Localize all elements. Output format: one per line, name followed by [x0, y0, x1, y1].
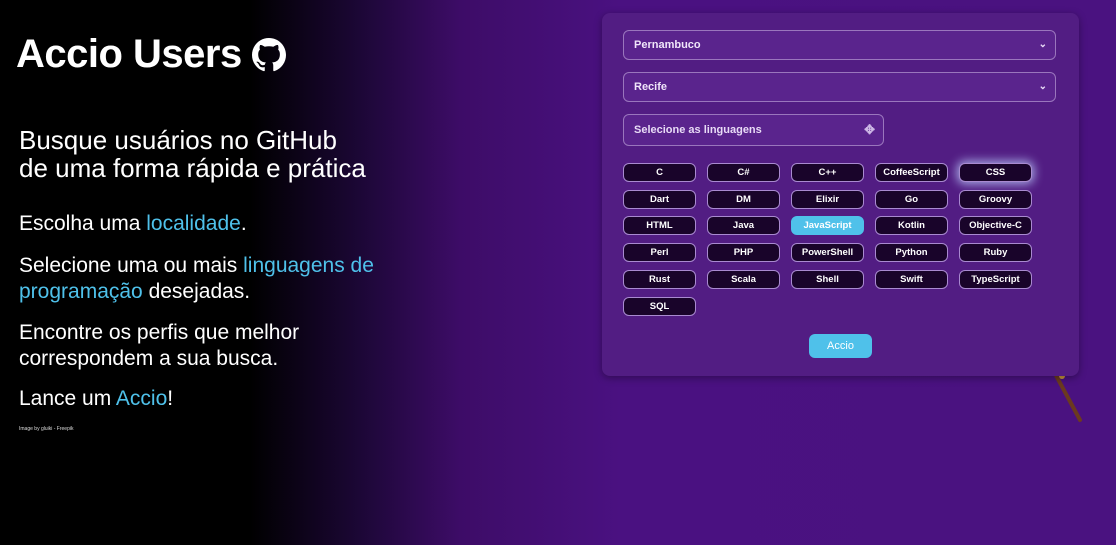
expand-arrows-icon: ✥ [864, 122, 875, 137]
city-select[interactable]: Recife ⌄ [623, 72, 1056, 102]
accio-link: Accio [115, 387, 168, 410]
languages-placeholder: Selecione as linguagens [634, 124, 762, 136]
language-chip-dm[interactable]: DM [707, 189, 780, 209]
languages-multiselect[interactable]: Selecione as linguagens ✥ [623, 114, 884, 146]
chevron-down-icon: ⌄ [1038, 81, 1047, 92]
language-chip-sql[interactable]: SQL [623, 296, 696, 316]
language-chip-swift[interactable]: Swift [875, 269, 948, 289]
language-chip-c[interactable]: C++ [791, 163, 864, 182]
city-select-value: Recife [634, 81, 668, 93]
language-chip-rust[interactable]: Rust [623, 269, 696, 289]
step2-end: desejadas. [142, 280, 251, 303]
language-chip-dart[interactable]: Dart [623, 189, 696, 209]
headline-line-2: de uma forma rápida e prática [19, 153, 366, 183]
language-chip-c[interactable]: C [623, 163, 696, 182]
language-chip-coffeescript[interactable]: CoffeeScript [875, 163, 948, 182]
step1-end: . [240, 212, 247, 235]
github-icon[interactable] [251, 37, 286, 72]
step-find: Encontre os perfis que melhor correspond… [19, 321, 300, 370]
headline-line-1: Busque usuários no GitHub [19, 125, 337, 155]
language-chip-javascript[interactable]: JavaScript [791, 216, 864, 236]
step4-end: ! [167, 387, 174, 410]
hero-section: Accio Users Busque usuários no GitHub de… [0, 0, 440, 545]
language-chip-css[interactable]: CSS [959, 163, 1032, 182]
language-chip-groovy[interactable]: Groovy [959, 189, 1032, 209]
image-credit: Image by gluiki - Freepik [19, 426, 74, 432]
language-chip-go[interactable]: Go [875, 189, 948, 209]
search-panel: Pernambuco ⌄ Recife ⌄ Selecione as lingu… [602, 13, 1079, 376]
step-location: Escolha uma localidade. [19, 211, 439, 237]
language-chip-java[interactable]: Java [707, 216, 780, 236]
chevron-down-icon: ⌄ [1038, 39, 1047, 50]
app-title: Accio Users [16, 32, 242, 76]
state-select-value: Pernambuco [634, 39, 701, 51]
step4-text: Lance um [19, 387, 116, 410]
step-cast: Lance um Accio! [19, 386, 439, 412]
localidade-link: localidade [146, 212, 241, 235]
language-chip-perl[interactable]: Perl [623, 243, 696, 263]
language-chip-kotlin[interactable]: Kotlin [875, 216, 948, 236]
step2-text: Selecione uma ou mais [19, 254, 244, 277]
language-chip-html[interactable]: HTML [623, 216, 696, 236]
accio-submit-button[interactable]: Accio [809, 334, 872, 358]
step-languages: Selecione uma ou mais linguagens de prog… [19, 253, 439, 305]
state-select[interactable]: Pernambuco ⌄ [623, 30, 1056, 60]
language-chip-ruby[interactable]: Ruby [959, 243, 1032, 263]
language-chip-shell[interactable]: Shell [791, 269, 864, 289]
language-chip-c[interactable]: C# [707, 163, 780, 182]
language-chip-python[interactable]: Python [875, 243, 948, 263]
language-chip-elixir[interactable]: Elixir [791, 189, 864, 209]
language-chip-scala[interactable]: Scala [707, 269, 780, 289]
language-chip-typescript[interactable]: TypeScript [959, 269, 1032, 289]
step1-text: Escolha uma [19, 212, 147, 235]
language-chip-php[interactable]: PHP [707, 243, 780, 263]
headline: Busque usuários no GitHub de uma forma r… [19, 126, 439, 182]
page-title: Accio Users [16, 32, 286, 77]
language-chip-powershell[interactable]: PowerShell [791, 243, 864, 263]
language-chip-objective-c[interactable]: Objective-C [959, 216, 1032, 236]
